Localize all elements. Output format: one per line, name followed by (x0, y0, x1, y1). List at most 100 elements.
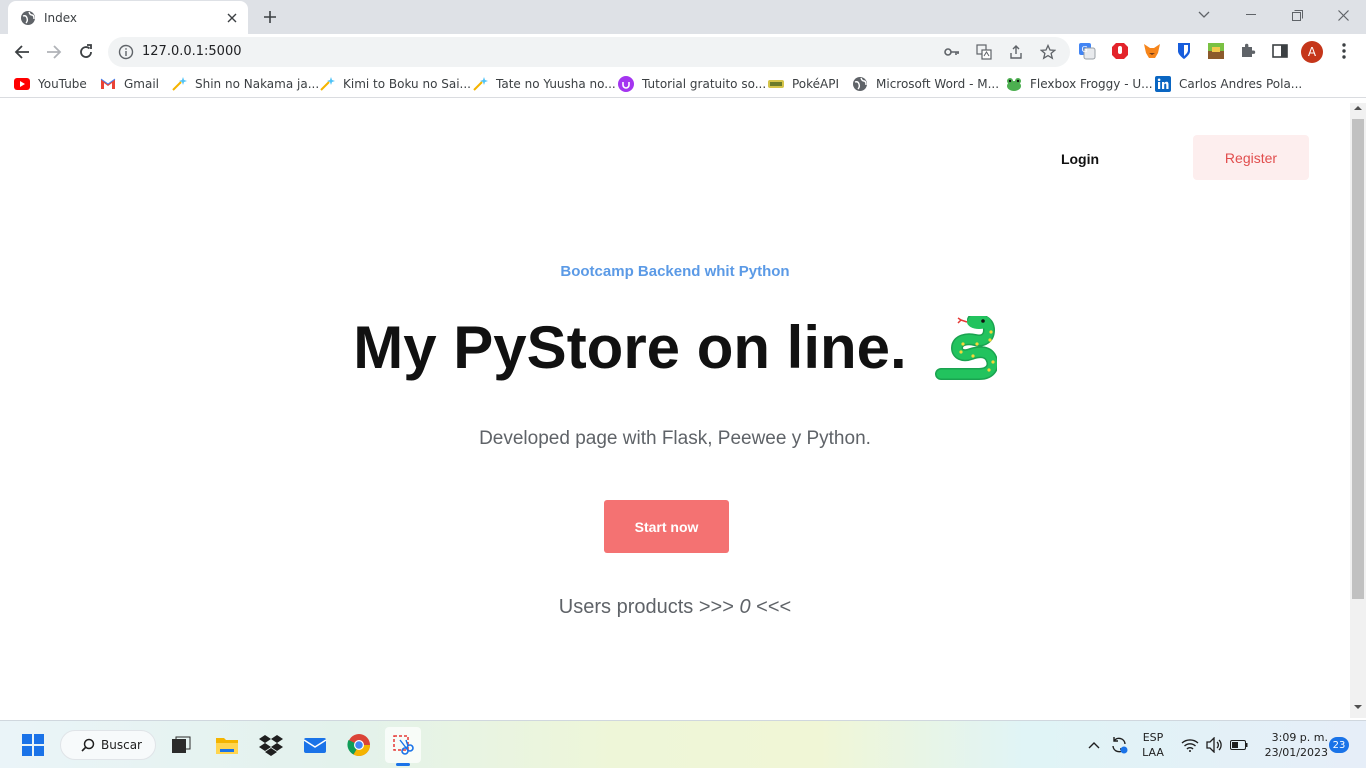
pokeapi-icon (768, 76, 784, 92)
users-products-counter: Users products >>> 0 <<< (0, 596, 1350, 619)
bookmark-label: Shin no Nakama ja... (195, 77, 320, 91)
scroll-down-arrow-icon[interactable] (1350, 704, 1366, 716)
bookmark-star-icon[interactable] (1040, 44, 1056, 60)
linkedin-icon (1155, 76, 1171, 92)
profile-avatar[interactable]: A (1301, 41, 1323, 63)
gmail-icon (100, 76, 116, 92)
bookmark-kimi-to-boku[interactable]: Kimi to Boku no Sai... (319, 75, 471, 93)
tab-search-icon[interactable] (1181, 0, 1227, 30)
users-suffix: <<< (756, 596, 792, 618)
scroll-thumb[interactable] (1352, 119, 1364, 599)
lang-line1: ESP (1142, 731, 1164, 744)
back-button[interactable] (8, 38, 36, 66)
bookmark-pokeapi[interactable]: PokéAPI (768, 75, 839, 93)
globe-icon (852, 76, 868, 92)
extensions-puzzle-icon[interactable] (1239, 42, 1257, 60)
login-link[interactable]: Login (1040, 146, 1120, 172)
active-app-indicator (396, 763, 410, 766)
sparkle-icon (319, 76, 335, 92)
key-icon[interactable] (944, 44, 960, 60)
bookmarks-bar: YouTube Gmail Shin no Nakama ja... Kimi … (0, 70, 1366, 98)
windows-taskbar: Buscar ESP LAA 3:09 p. m. 23/01/2023 23 (0, 720, 1366, 768)
chrome-icon[interactable] (343, 729, 375, 761)
bookmark-label: Gmail (124, 77, 160, 91)
input-language-indicator[interactable]: ESP LAA (1137, 730, 1169, 760)
bookmark-label: Tutorial gratuito so... (642, 77, 767, 91)
bookmark-label: Tate no Yuusha no... (496, 77, 616, 91)
bookmark-shin-no-nakama[interactable]: Shin no Nakama ja... (171, 75, 319, 93)
translate-icon[interactable] (976, 44, 992, 60)
search-icon (81, 738, 95, 752)
page-title: My PyStore on line. (353, 314, 907, 381)
game-extension-icon[interactable] (1207, 42, 1225, 60)
task-view-icon[interactable] (165, 729, 197, 761)
reload-button[interactable] (72, 38, 100, 66)
share-icon[interactable] (1008, 44, 1024, 60)
file-explorer-icon[interactable] (211, 729, 243, 761)
sync-status-icon[interactable] (1108, 733, 1130, 757)
hero-subtitle: Developed page with Flask, Peewee y Pyth… (479, 428, 871, 449)
side-panel-icon[interactable] (1271, 42, 1289, 60)
close-tab-icon[interactable] (224, 10, 240, 26)
bookmark-label: YouTube (38, 77, 87, 91)
battery-icon[interactable] (1228, 733, 1250, 757)
udemy-icon (618, 76, 634, 92)
youtube-icon (14, 76, 30, 92)
lang-line2: LAA (1142, 746, 1164, 759)
windows-start-icon[interactable] (17, 729, 49, 761)
start-now-button[interactable]: Start now (604, 500, 729, 553)
sparkle-icon (472, 76, 488, 92)
google-translate-extension-icon[interactable]: G (1078, 42, 1096, 60)
hero-eyebrow: Bootcamp Backend whit Python (560, 263, 790, 280)
sparkle-icon (171, 76, 187, 92)
metamask-fox-icon[interactable] (1143, 42, 1161, 60)
users-count: 0 (739, 596, 751, 618)
wifi-icon[interactable] (1180, 733, 1200, 757)
bookmark-microsoft-word[interactable]: Microsoft Word - M... (852, 75, 999, 93)
minimize-button[interactable] (1228, 0, 1274, 30)
menu-kebab-icon[interactable] (1335, 42, 1353, 60)
page-scrollbar[interactable] (1350, 103, 1366, 718)
bookmark-youtube[interactable]: YouTube (14, 75, 87, 93)
bookmark-label: Flexbox Froggy - U... (1030, 77, 1153, 91)
new-tab-button[interactable] (258, 6, 282, 28)
bookmark-tutorial-gratuito[interactable]: Tutorial gratuito so... (618, 75, 766, 93)
svg-text:G: G (1082, 45, 1088, 54)
globe-icon (20, 10, 36, 26)
bookmark-gmail[interactable]: Gmail (100, 75, 159, 93)
mail-icon[interactable] (299, 729, 331, 761)
address-bar[interactable]: 127.0.0.1:5000 (108, 37, 1070, 67)
browser-toolbar: 127.0.0.1:5000 G A (0, 34, 1366, 70)
notification-badge[interactable]: 23 (1329, 737, 1349, 753)
tab-title: Index (44, 10, 78, 25)
tab-strip: Index (0, 0, 1366, 34)
snipping-tool-icon[interactable] (387, 729, 419, 761)
restore-button[interactable] (1274, 0, 1320, 30)
system-clock[interactable]: 3:09 p. m. 23/01/2023 (1254, 730, 1328, 760)
adblock-extension-icon[interactable] (1111, 42, 1129, 60)
frog-icon (1006, 76, 1022, 92)
bookmark-flexbox-froggy[interactable]: Flexbox Froggy - U... (1006, 75, 1153, 93)
tab-index[interactable]: Index (8, 1, 248, 34)
site-info-icon[interactable] (118, 44, 134, 60)
clock-date: 23/01/2023 (1264, 746, 1328, 759)
show-hidden-icons-chevron-icon[interactable] (1084, 733, 1104, 757)
scroll-up-arrow-icon[interactable] (1350, 105, 1366, 117)
users-prefix: Users products >>> (558, 596, 734, 618)
hero-heading-row: My PyStore on line. (0, 313, 1350, 382)
bookmark-carlos-andres[interactable]: Carlos Andres Pola... (1155, 75, 1302, 93)
url-text: 127.0.0.1:5000 (142, 44, 242, 59)
forward-button[interactable] (40, 38, 68, 66)
bitwarden-shield-icon[interactable] (1175, 42, 1193, 60)
close-window-button[interactable] (1320, 0, 1366, 30)
taskbar-search[interactable]: Buscar (60, 730, 156, 760)
bookmark-tate-no-yuusha[interactable]: Tate no Yuusha no... (472, 75, 616, 93)
register-button[interactable]: Register (1193, 135, 1309, 180)
snake-icon (933, 315, 997, 380)
taskbar-search-label: Buscar (101, 738, 142, 752)
volume-icon[interactable] (1204, 733, 1224, 757)
bookmark-label: Carlos Andres Pola... (1179, 77, 1303, 91)
dropbox-icon[interactable] (255, 729, 287, 761)
clock-time: 3:09 p. m. (1271, 731, 1328, 744)
bookmark-label: PokéAPI (792, 77, 840, 91)
